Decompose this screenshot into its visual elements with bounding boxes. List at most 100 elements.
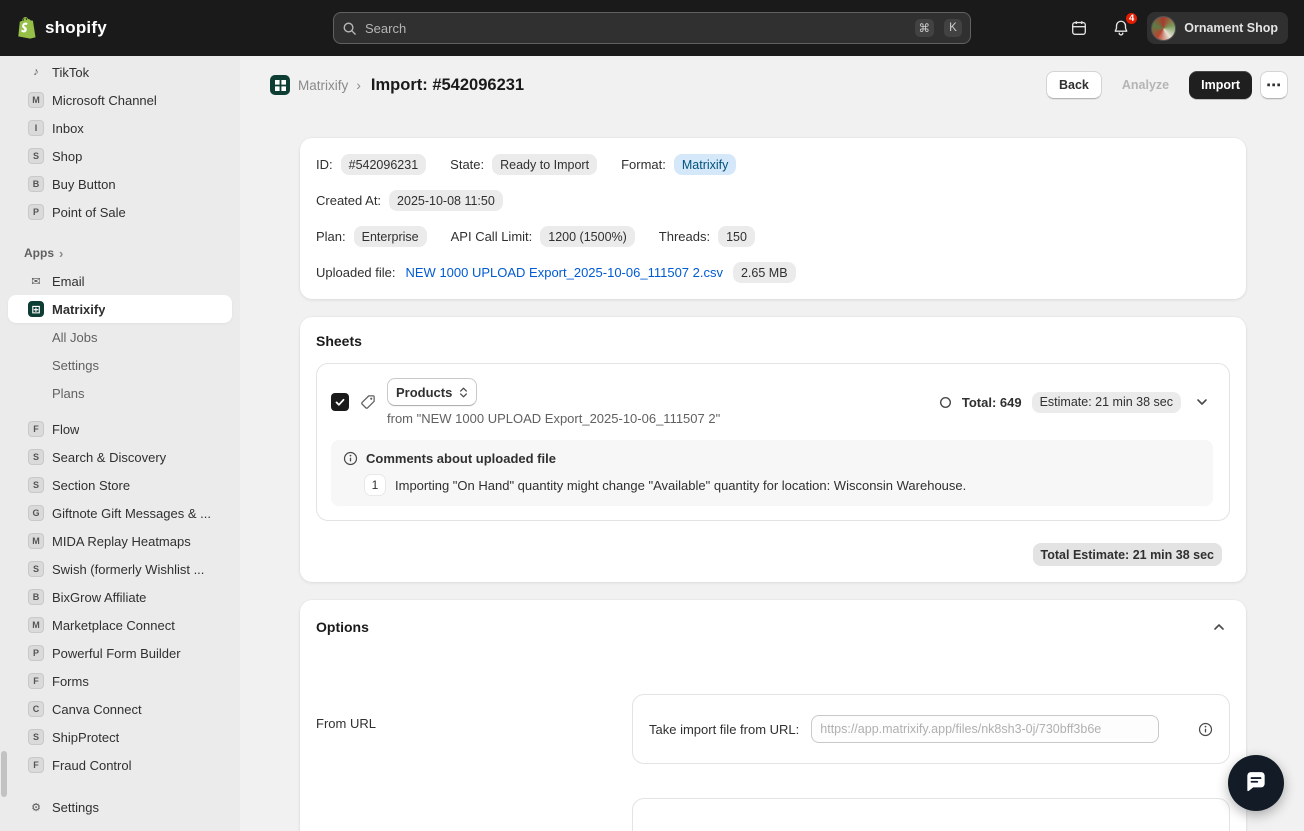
format-badge: Matrixify	[673, 154, 737, 175]
id-badge: #542096231	[340, 154, 427, 175]
sidebar-scrollbar[interactable]	[1, 751, 7, 797]
uploaded-file-link[interactable]: NEW 1000 UPLOAD Export_2025-10-06_111507…	[406, 265, 723, 280]
calendar-icon[interactable]	[1063, 12, 1095, 44]
chat-launcher-button[interactable]	[1228, 755, 1284, 811]
powerful-form-builder-icon: P	[28, 645, 44, 661]
cmd-key-hint: ⌘	[914, 19, 934, 37]
search-placeholder: Search	[365, 20, 407, 36]
sort-arrows-icon	[460, 387, 468, 397]
options-card: Options From URL Take import file from U…	[300, 600, 1246, 831]
search-input[interactable]: Search ⌘ K	[333, 12, 971, 44]
sidebar-item-flow[interactable]: F Flow	[8, 415, 232, 443]
import-url-input[interactable]	[811, 715, 1160, 743]
sidebar-item-point-of-sale[interactable]: P Point of Sale	[8, 198, 232, 226]
from-url-label: From URL	[316, 716, 376, 731]
sidebar-item-shop[interactable]: S Shop	[8, 142, 232, 170]
plan-badge: Enterprise	[353, 226, 427, 247]
api-limit-badge: 1200 (1500%)	[540, 226, 635, 247]
chat-bubble-icon	[1247, 772, 1265, 792]
sidebar-item-mida-replay[interactable]: M MIDA Replay Heatmaps	[8, 527, 232, 555]
matrixify-app-icon[interactable]	[270, 75, 290, 95]
next-option-field-box	[632, 798, 1230, 831]
tiktok-icon: ♪	[33, 66, 39, 78]
url-info-icon[interactable]	[1198, 722, 1213, 737]
created-at-badge: 2025-10-08 11:50	[389, 190, 503, 211]
section-store-icon: S	[28, 477, 44, 493]
id-group: ID: #542096231	[316, 154, 427, 175]
sidebar-item-swish[interactable]: S Swish (formerly Wishlist ...	[8, 555, 232, 583]
swish-icon: S	[28, 561, 44, 577]
sidebar-item-search-discovery[interactable]: S Search & Discovery	[8, 443, 232, 471]
sidebar-item-marketplace-connect[interactable]: M Marketplace Connect	[8, 611, 232, 639]
breadcrumb[interactable]: Matrixify	[298, 78, 348, 93]
sidebar-item-powerful-form-builder[interactable]: P Powerful Form Builder	[8, 639, 232, 667]
chevron-right-icon: ›	[59, 245, 64, 261]
fraud-control-icon: F	[28, 757, 44, 773]
inbox-icon: I	[28, 120, 44, 136]
file-size-badge: 2.65 MB	[732, 262, 796, 283]
shopify-logo[interactable]: shopify	[16, 16, 107, 40]
threads-label: Threads:	[658, 229, 711, 244]
notifications-bell-icon[interactable]: 4	[1105, 11, 1140, 44]
comment-row: 1 Importing "On Hand" quantity might cha…	[365, 475, 1201, 495]
from-url-row: From URL Take import file from URL:	[316, 694, 1230, 764]
threads-group: Threads: 150	[659, 226, 755, 247]
options-collapse-button[interactable]	[1208, 616, 1230, 638]
page-header: Matrixify › Import: #542096231 Back Anal…	[240, 56, 1304, 114]
marketplace-connect-icon: M	[28, 617, 44, 633]
sheet-source-text: from "NEW 1000 UPLOAD Export_2025-10-06_…	[387, 411, 721, 426]
main-content: Matrixify › Import: #542096231 Back Anal…	[240, 56, 1304, 831]
page-title: Import: #542096231	[370, 75, 525, 94]
more-actions-button[interactable]: ⋯	[1260, 71, 1288, 99]
plan-group: Plan: Enterprise	[316, 226, 427, 247]
sidebar-item-matrixify-settings[interactable]: Settings	[8, 351, 232, 379]
analyze-button[interactable]: Analyze	[1110, 71, 1181, 99]
sheet-total: Total: 649	[961, 394, 1022, 410]
from-url-field-box: Take import file from URL:	[632, 694, 1230, 764]
store-avatar	[1151, 15, 1177, 41]
created-at-label: Created At:	[316, 193, 382, 208]
sheet-expand-button[interactable]	[1191, 391, 1213, 413]
sheet-checkbox[interactable]	[331, 393, 349, 411]
sidebar-item-bixgrow[interactable]: B BixGrow Affiliate	[8, 583, 232, 611]
sidebar-item-all-jobs[interactable]: All Jobs	[8, 323, 232, 351]
matrixify-icon: ⊞	[28, 301, 44, 317]
shipprotect-icon: S	[28, 729, 44, 745]
email-icon: ✉	[31, 275, 41, 288]
sidebar-apps-header[interactable]: Apps ›	[8, 239, 232, 267]
back-button[interactable]: Back	[1045, 71, 1102, 99]
sidebar-item-matrixify[interactable]: ⊞ Matrixify	[8, 295, 232, 323]
sheet-type-select[interactable]: Products	[387, 378, 478, 406]
store-menu[interactable]: Ornament Shop	[1147, 12, 1288, 44]
sidebar-item-buy-button[interactable]: B Buy Button	[8, 170, 232, 198]
header-actions: Back Analyze Import ⋯	[1045, 71, 1288, 99]
sidebar-item-inbox[interactable]: I Inbox	[8, 114, 232, 142]
buy-button-icon: B	[28, 176, 44, 192]
comments-box: Comments about uploaded file 1 Importing…	[331, 440, 1213, 506]
sheets-title: Sheets	[316, 333, 362, 349]
point-of-sale-icon: P	[28, 204, 44, 220]
format-label: Format:	[621, 157, 666, 172]
sidebar-item-microsoft-channel[interactable]: M Microsoft Channel	[8, 86, 232, 114]
gear-icon: ⚙	[31, 801, 41, 814]
api-limit-group: API Call Limit: 1200 (1500%)	[451, 226, 635, 247]
sidebar-item-shipprotect[interactable]: S ShipProtect	[8, 723, 232, 751]
shopify-wordmark: shopify	[45, 18, 107, 37]
state-label: State:	[450, 157, 485, 172]
bixgrow-icon: B	[28, 589, 44, 605]
check-icon	[335, 398, 345, 406]
sidebar-item-forms[interactable]: F Forms	[8, 667, 232, 695]
sidebar-item-canva-connect[interactable]: C Canva Connect	[8, 695, 232, 723]
sidebar-item-plans[interactable]: Plans	[8, 379, 232, 407]
sidebar-item-settings[interactable]: ⚙ Settings	[8, 793, 232, 821]
sidebar-item-giftnote[interactable]: G Giftnote Gift Messages & ...	[8, 499, 232, 527]
sidebar-item-section-store[interactable]: S Section Store	[8, 471, 232, 499]
tag-icon	[359, 393, 377, 411]
flow-icon: F	[28, 421, 44, 437]
sidebar-item-email[interactable]: ✉ Email	[8, 267, 232, 295]
sidebar-item-fraud-control[interactable]: F Fraud Control	[8, 751, 232, 779]
uploaded-file-group: Uploaded file: NEW 1000 UPLOAD Export_20…	[316, 262, 796, 283]
sidebar-item-tiktok[interactable]: ♪ TikTok	[8, 58, 232, 86]
format-group: Format: Matrixify	[621, 154, 737, 175]
import-button[interactable]: Import	[1189, 71, 1252, 99]
